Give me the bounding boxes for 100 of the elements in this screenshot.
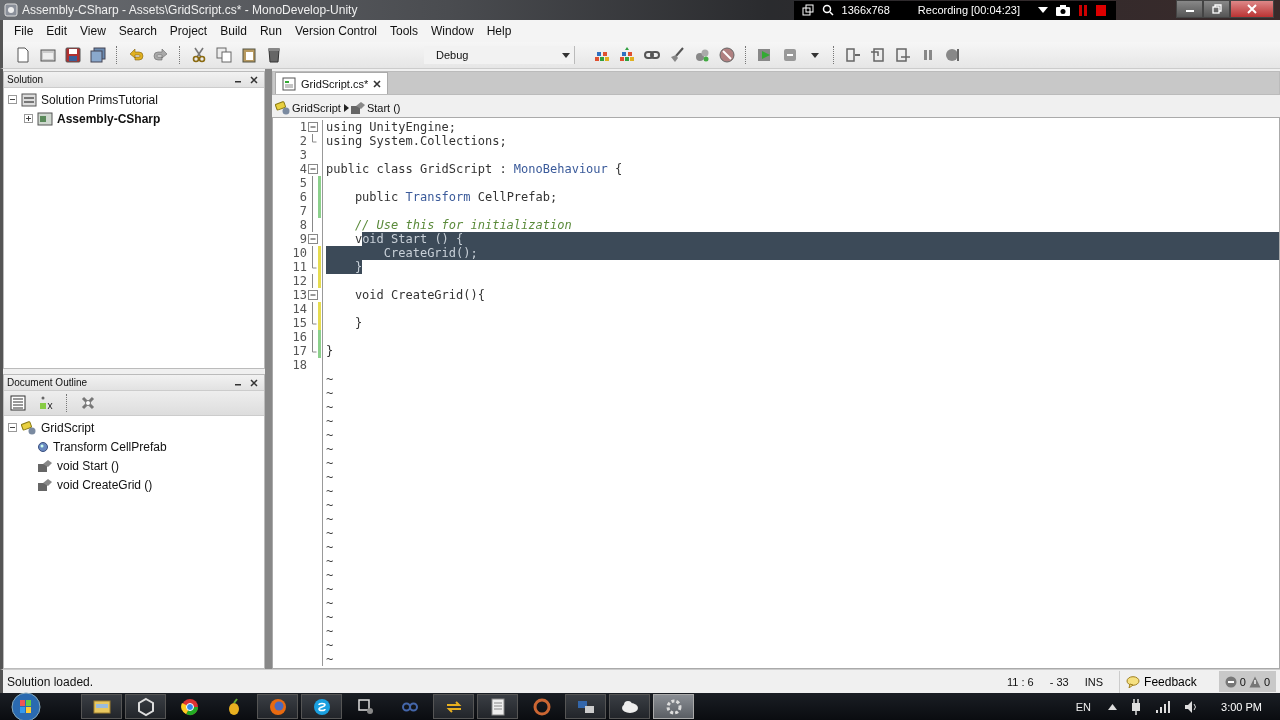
fold-toggle-icon[interactable] (307, 232, 318, 246)
taskbar-button[interactable] (477, 694, 518, 719)
empty-line-marker: ~ (326, 512, 334, 526)
code-text: // Use this for initialization (353, 218, 572, 232)
code-text: v (353, 232, 363, 246)
cube-icon (135, 696, 156, 717)
dropdown-icon[interactable] (1038, 6, 1048, 14)
taskbar-button[interactable] (301, 694, 342, 719)
minimize-button[interactable] (1176, 0, 1203, 18)
up-arrow-icon[interactable] (1108, 703, 1118, 710)
expand-icon[interactable] (24, 114, 33, 123)
line-number: 14 (291, 302, 307, 316)
file-tab[interactable]: GridScript.cs* (275, 72, 389, 94)
configuration-dropdown[interactable]: Debug (424, 46, 575, 64)
attach-icon (782, 47, 798, 63)
list-view-button[interactable] (7, 392, 29, 414)
menu-item[interactable]: Build (214, 22, 253, 40)
tree-item[interactable]: Solution PrimsTutorial (41, 92, 158, 107)
cursor-position: 11 : 6 (1007, 675, 1034, 688)
menu-item[interactable]: Version Control (288, 22, 383, 40)
code-text: } (326, 260, 363, 274)
menu-item[interactable]: Search (112, 22, 163, 40)
speaker-icon[interactable] (1184, 699, 1199, 714)
fold-toggle-icon[interactable] (307, 120, 318, 134)
save-all-button[interactable] (88, 45, 108, 65)
taskbar-button[interactable] (125, 694, 166, 719)
clock[interactable]: 3:00 PM (1221, 700, 1262, 713)
code-text: CreateGrid(); (326, 246, 478, 260)
separator-icon (343, 103, 349, 112)
error-count: 0 (1239, 675, 1246, 688)
paste-button[interactable] (239, 45, 259, 65)
line-number: 13 (291, 288, 307, 302)
camera-icon[interactable] (1056, 4, 1070, 16)
power-plug-icon[interactable] (1130, 698, 1143, 715)
signal-icon[interactable] (1155, 700, 1172, 713)
menu-item[interactable]: Run (253, 22, 288, 40)
error-counts-button[interactable]: 0 0 (1218, 671, 1276, 692)
project-icon (37, 111, 53, 126)
fold-toggle-icon[interactable] (307, 288, 318, 302)
code-text: public (353, 190, 400, 204)
step-out-icon (895, 47, 911, 63)
collapse-icon[interactable] (8, 95, 17, 104)
taskbar-button[interactable] (609, 694, 650, 719)
menu-item[interactable]: Help (480, 22, 518, 40)
empty-line-marker: ~ (326, 498, 334, 512)
close-icon[interactable] (250, 378, 258, 387)
taskbar-button[interactable] (81, 694, 122, 719)
save-button[interactable] (63, 45, 83, 65)
settings-icon (80, 395, 96, 411)
tree-item[interactable]: Transform CellPrefab (53, 439, 167, 454)
search-icon[interactable] (821, 4, 834, 16)
stop-icon[interactable] (1096, 4, 1106, 16)
code-text: } (326, 344, 334, 358)
menu-item[interactable]: Window (425, 22, 480, 40)
language-indicator[interactable]: EN (1075, 700, 1092, 713)
tree-item[interactable]: Assembly-CSharp (57, 111, 161, 126)
pause-icon[interactable] (1078, 4, 1088, 16)
recording-status: Recording [00:04:23] (917, 4, 1020, 16)
feedback-button[interactable]: Feedback (1119, 670, 1203, 693)
paste-icon (241, 47, 257, 63)
empty-line-marker: ~ (326, 456, 334, 470)
caret-icon[interactable] (811, 52, 819, 58)
tree-item[interactable]: void CreateGrid () (57, 477, 153, 492)
menu-item[interactable]: View (74, 22, 112, 40)
restore-button[interactable] (1203, 0, 1230, 18)
step-over-button[interactable] (843, 45, 863, 65)
sort-icon (38, 395, 54, 411)
step-out-button[interactable] (893, 45, 913, 65)
new-file-icon (15, 47, 31, 63)
taskbar-button[interactable] (433, 694, 474, 719)
breadcrumb-item[interactable]: Start () (366, 101, 401, 114)
menu-item[interactable]: Edit (40, 22, 74, 40)
fox-icon (267, 696, 288, 717)
menu-item[interactable]: Tools (383, 22, 424, 40)
fold-toggle-icon[interactable] (307, 162, 318, 176)
close-icon[interactable] (373, 79, 382, 88)
save-all-icon (90, 47, 106, 63)
taskbar-button[interactable] (565, 694, 606, 719)
breadcrumb-item[interactable]: GridScript (292, 101, 341, 114)
copy-button[interactable] (214, 45, 234, 65)
chat-icon (311, 696, 332, 717)
code-editor[interactable] (272, 117, 1280, 669)
empty-line-marker: ~ (326, 414, 334, 428)
empty-line-marker: ~ (326, 400, 334, 414)
no-entry-button[interactable] (717, 45, 737, 65)
app-icon (4, 3, 18, 17)
windows-logo-icon (11, 691, 41, 720)
tree-item[interactable]: void Start () (57, 458, 119, 473)
line-number: 5 (298, 176, 307, 190)
window-mode-icon[interactable] (801, 4, 814, 16)
close-button[interactable] (1230, 0, 1274, 18)
stop-icon (945, 47, 961, 63)
window-title: Assembly-CSharp - Assets\GridScript.cs* - MonoDevelop-Unity (22, 3, 358, 17)
tree-item[interactable]: GridScript (41, 420, 95, 435)
menu-item[interactable]: Project (163, 22, 214, 40)
menu-item[interactable]: File (8, 22, 40, 40)
empty-line-marker: ~ (326, 540, 334, 554)
collapse-icon[interactable] (8, 423, 17, 432)
line-number: 4 (298, 162, 307, 176)
close-icon[interactable] (250, 75, 258, 84)
